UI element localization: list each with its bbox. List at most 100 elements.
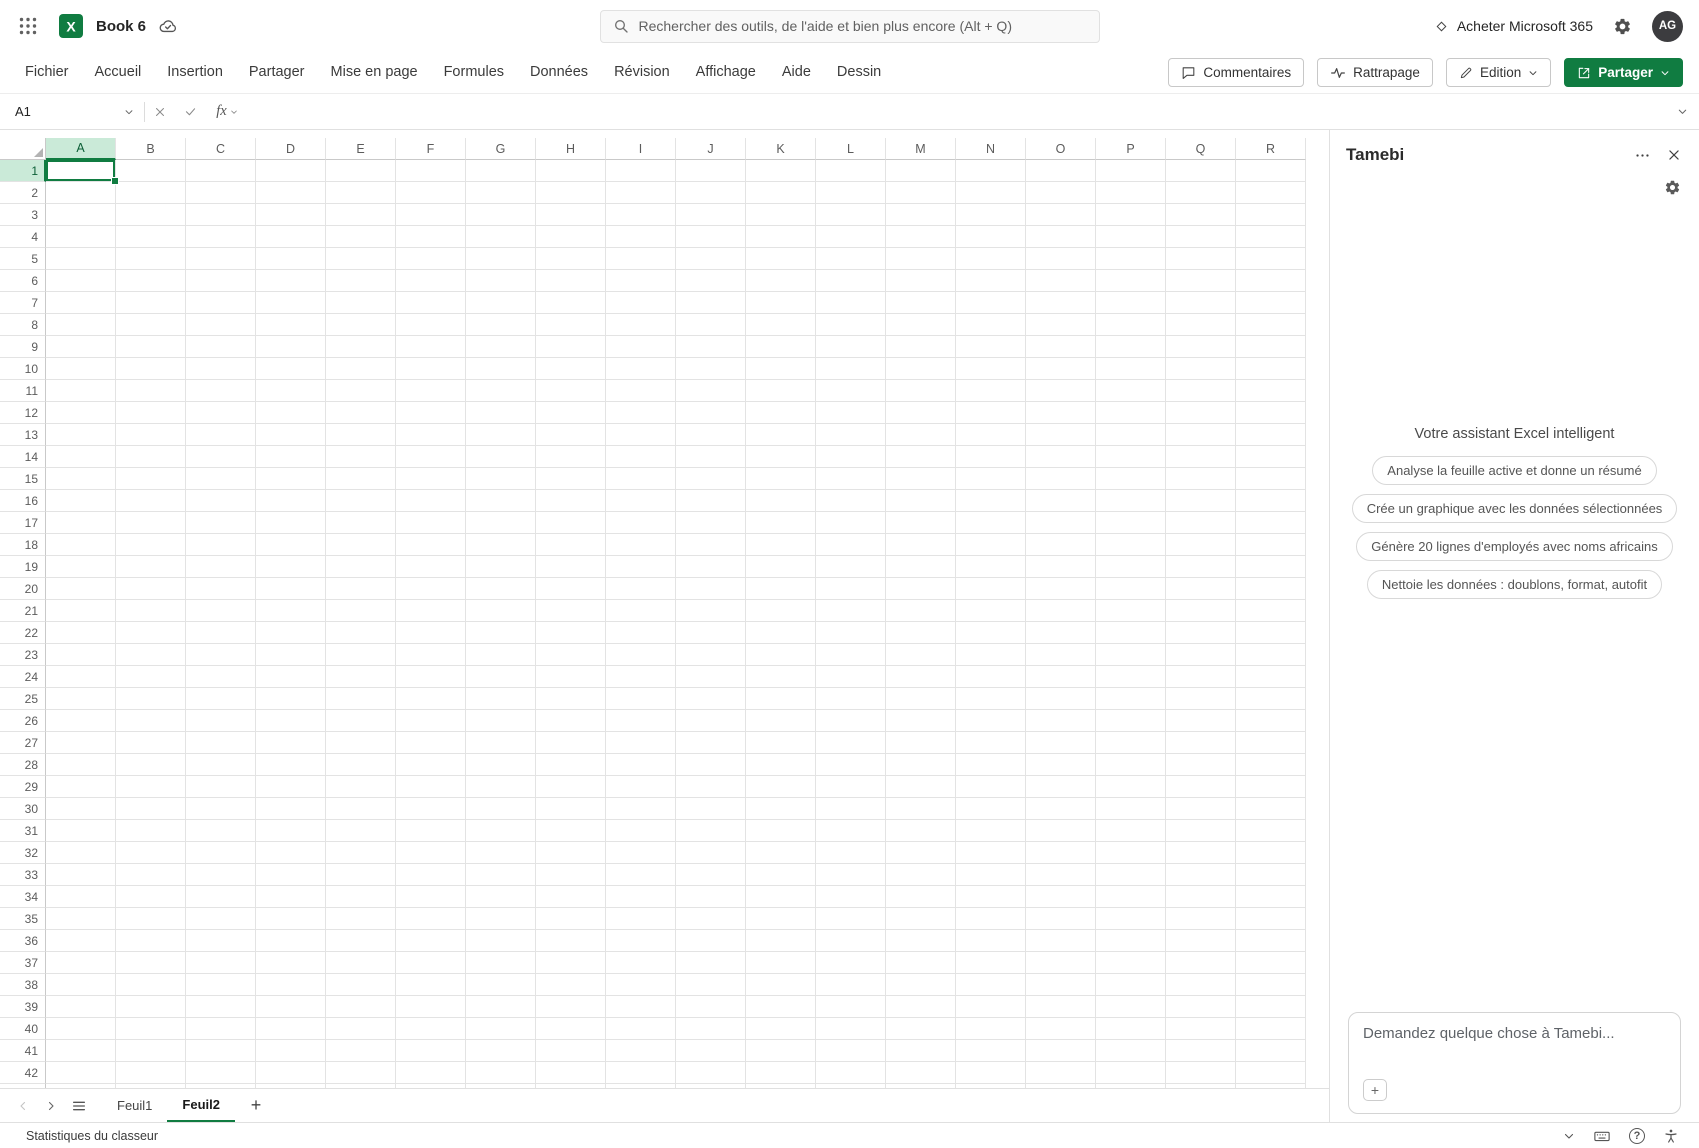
- cell-H3[interactable]: [536, 204, 606, 226]
- cell-N29[interactable]: [956, 776, 1026, 798]
- cell-J31[interactable]: [676, 820, 746, 842]
- cell-M9[interactable]: [886, 336, 956, 358]
- cell-K20[interactable]: [746, 578, 816, 600]
- cell-C5[interactable]: [186, 248, 256, 270]
- sheet-tab-feuil2[interactable]: Feuil2: [167, 1089, 235, 1122]
- cell-M35[interactable]: [886, 908, 956, 930]
- cell-N13[interactable]: [956, 424, 1026, 446]
- cell-K18[interactable]: [746, 534, 816, 556]
- cell-A18[interactable]: [46, 534, 116, 556]
- cell-D24[interactable]: [256, 666, 326, 688]
- cell-O26[interactable]: [1026, 710, 1096, 732]
- cell-P4[interactable]: [1096, 226, 1166, 248]
- cell-H30[interactable]: [536, 798, 606, 820]
- cell-P18[interactable]: [1096, 534, 1166, 556]
- row-header-8[interactable]: 8: [0, 314, 46, 336]
- cell-H33[interactable]: [536, 864, 606, 886]
- row-header-41[interactable]: 41: [0, 1040, 46, 1062]
- cell-C32[interactable]: [186, 842, 256, 864]
- cell-L24[interactable]: [816, 666, 886, 688]
- cell-R41[interactable]: [1236, 1040, 1306, 1062]
- cell-I8[interactable]: [606, 314, 676, 336]
- cell-N26[interactable]: [956, 710, 1026, 732]
- search-bar[interactable]: [600, 10, 1100, 43]
- panel-more-options-icon[interactable]: [1634, 147, 1651, 164]
- cell-G15[interactable]: [466, 468, 536, 490]
- cell-F10[interactable]: [396, 358, 466, 380]
- cell-B36[interactable]: [116, 930, 186, 952]
- cell-P40[interactable]: [1096, 1018, 1166, 1040]
- cell-N2[interactable]: [956, 182, 1026, 204]
- cell-O41[interactable]: [1026, 1040, 1096, 1062]
- column-header-M[interactable]: M: [886, 138, 956, 160]
- row-header-6[interactable]: 6: [0, 270, 46, 292]
- cell-D9[interactable]: [256, 336, 326, 358]
- cell-R31[interactable]: [1236, 820, 1306, 842]
- cell-P32[interactable]: [1096, 842, 1166, 864]
- cell-I23[interactable]: [606, 644, 676, 666]
- row-header-34[interactable]: 34: [0, 886, 46, 908]
- cell-L33[interactable]: [816, 864, 886, 886]
- add-sheet-button[interactable]: +: [241, 1089, 271, 1122]
- accessibility-icon[interactable]: [1663, 1128, 1679, 1144]
- cell-I26[interactable]: [606, 710, 676, 732]
- cell-R12[interactable]: [1236, 402, 1306, 424]
- cell-B19[interactable]: [116, 556, 186, 578]
- cell-B6[interactable]: [116, 270, 186, 292]
- app-launcher-icon[interactable]: [14, 12, 42, 40]
- cell-I3[interactable]: [606, 204, 676, 226]
- cell-K36[interactable]: [746, 930, 816, 952]
- comments-button[interactable]: Commentaires: [1168, 58, 1304, 87]
- cell-M3[interactable]: [886, 204, 956, 226]
- cell-P9[interactable]: [1096, 336, 1166, 358]
- cell-G33[interactable]: [466, 864, 536, 886]
- cell-M4[interactable]: [886, 226, 956, 248]
- cell-F27[interactable]: [396, 732, 466, 754]
- cell-K19[interactable]: [746, 556, 816, 578]
- cell-O20[interactable]: [1026, 578, 1096, 600]
- cell-A24[interactable]: [46, 666, 116, 688]
- row-header-38[interactable]: 38: [0, 974, 46, 996]
- cell-C7[interactable]: [186, 292, 256, 314]
- cell-I16[interactable]: [606, 490, 676, 512]
- cell-O36[interactable]: [1026, 930, 1096, 952]
- cell-J21[interactable]: [676, 600, 746, 622]
- cell-H28[interactable]: [536, 754, 606, 776]
- cell-B15[interactable]: [116, 468, 186, 490]
- cell-C26[interactable]: [186, 710, 256, 732]
- cell-N32[interactable]: [956, 842, 1026, 864]
- cell-C13[interactable]: [186, 424, 256, 446]
- cell-C29[interactable]: [186, 776, 256, 798]
- cell-R17[interactable]: [1236, 512, 1306, 534]
- cell-B35[interactable]: [116, 908, 186, 930]
- cell-P12[interactable]: [1096, 402, 1166, 424]
- cell-P15[interactable]: [1096, 468, 1166, 490]
- cell-C23[interactable]: [186, 644, 256, 666]
- cell-A26[interactable]: [46, 710, 116, 732]
- row-header-30[interactable]: 30: [0, 798, 46, 820]
- cell-P41[interactable]: [1096, 1040, 1166, 1062]
- status-chevron-down-icon[interactable]: [1563, 1130, 1575, 1142]
- cell-F19[interactable]: [396, 556, 466, 578]
- cell-R18[interactable]: [1236, 534, 1306, 556]
- cell-F20[interactable]: [396, 578, 466, 600]
- cell-J36[interactable]: [676, 930, 746, 952]
- cell-L11[interactable]: [816, 380, 886, 402]
- cell-J15[interactable]: [676, 468, 746, 490]
- cell-F36[interactable]: [396, 930, 466, 952]
- row-header-3[interactable]: 3: [0, 204, 46, 226]
- cell-H31[interactable]: [536, 820, 606, 842]
- cell-N1[interactable]: [956, 160, 1026, 182]
- cell-H24[interactable]: [536, 666, 606, 688]
- cell-I25[interactable]: [606, 688, 676, 710]
- cell-A25[interactable]: [46, 688, 116, 710]
- cell-Q18[interactable]: [1166, 534, 1236, 556]
- cell-M18[interactable]: [886, 534, 956, 556]
- cell-G28[interactable]: [466, 754, 536, 776]
- cell-J29[interactable]: [676, 776, 746, 798]
- cell-H17[interactable]: [536, 512, 606, 534]
- cell-P11[interactable]: [1096, 380, 1166, 402]
- cell-I37[interactable]: [606, 952, 676, 974]
- cell-K16[interactable]: [746, 490, 816, 512]
- cell-D40[interactable]: [256, 1018, 326, 1040]
